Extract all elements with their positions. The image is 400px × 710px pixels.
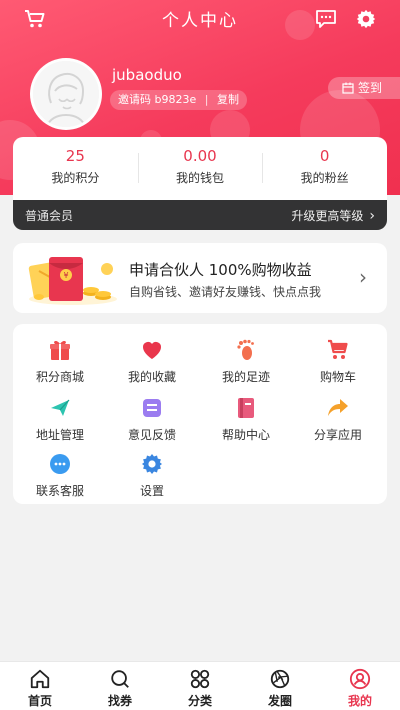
- tab-mine[interactable]: 我的: [320, 662, 400, 710]
- message-icon[interactable]: [315, 9, 337, 29]
- menu-label: 设置: [139, 484, 164, 498]
- divider: |: [204, 93, 209, 106]
- menu-label: 地址管理: [35, 428, 84, 442]
- menu-item-footprint[interactable]: 我的足迹: [201, 338, 291, 388]
- footprint-icon: [237, 339, 254, 360]
- upgrade-label: 升级更高等级: [291, 209, 364, 223]
- upgrade-link[interactable]: 升级更高等级 ›: [291, 207, 375, 224]
- heart-icon: [143, 342, 161, 359]
- menu-label: 积分商城: [35, 370, 84, 384]
- menu-item-share[interactable]: 分享应用: [293, 396, 383, 446]
- tab-coupons[interactable]: 找券: [80, 662, 160, 710]
- invite-label: 邀请码: [118, 93, 151, 106]
- aperture-icon: [270, 669, 290, 689]
- copy-button[interactable]: 复制: [217, 93, 239, 106]
- chevron-right-icon: ›: [369, 208, 375, 224]
- tab-category[interactable]: 分类: [160, 662, 240, 710]
- menu-label: 我的足迹: [221, 370, 270, 384]
- menu-label: 购物车: [319, 370, 356, 384]
- settings-icon[interactable]: [355, 8, 377, 30]
- menu-label: 意见反馈: [127, 428, 176, 442]
- tab-label: 首页: [27, 694, 52, 708]
- function-menu: 积分商城 我的收藏 我的足迹 购物车 地址管理 意见反馈 帮助中心 分享应用 联…: [13, 324, 387, 504]
- top-bar: 个人中心: [0, 0, 400, 38]
- menu-item-points-mall[interactable]: 积分商城: [15, 338, 105, 388]
- stat-fans[interactable]: 0 我的粉丝: [262, 137, 387, 200]
- chat-icon: [50, 454, 70, 474]
- home-icon: [30, 669, 50, 689]
- stat-value: 0: [319, 147, 330, 165]
- search-icon: [111, 670, 129, 688]
- signin-label: 签到: [358, 81, 383, 95]
- page-title: 个人中心: [162, 11, 238, 31]
- invite-code-pill: 邀请码 b9823e | 复制: [110, 90, 247, 110]
- cart-icon: [328, 339, 348, 359]
- bottom-tab-bar: 首页 找券 分类 发圈 我的: [0, 661, 400, 710]
- menu-item-address[interactable]: 地址管理: [15, 396, 105, 446]
- location-icon: [51, 399, 70, 416]
- share-icon: [328, 399, 348, 416]
- stat-points[interactable]: 25 我的积分: [13, 137, 138, 200]
- menu-label: 分享应用: [313, 428, 362, 442]
- calendar-icon: [342, 82, 354, 94]
- svg-text:¥: ¥: [63, 271, 68, 280]
- menu-item-settings[interactable]: 设置: [107, 452, 197, 502]
- member-bar: 普通会员 升级更高等级 ›: [13, 200, 387, 230]
- chevron-right-icon: ›: [359, 265, 367, 289]
- stat-wallet[interactable]: 0.00 我的钱包: [137, 137, 263, 200]
- red-envelope-icon: ¥: [28, 257, 117, 305]
- tab-home[interactable]: 首页: [0, 662, 80, 710]
- tab-label: 发圈: [267, 694, 292, 708]
- category-icon: [190, 669, 210, 689]
- menu-label: 联系客服: [35, 484, 84, 498]
- member-level: 普通会员: [25, 209, 74, 223]
- menu-item-favorites[interactable]: 我的收藏: [107, 338, 197, 388]
- stat-label: 我的粉丝: [300, 171, 349, 185]
- promo-title: 申请合伙人 100%购物收益: [129, 261, 312, 279]
- user-icon: [349, 668, 371, 690]
- menu-item-cart[interactable]: 购物车: [293, 338, 383, 388]
- signin-button[interactable]: 签到: [328, 77, 400, 99]
- gear-icon: [142, 454, 162, 474]
- partner-promo-card[interactable]: ¥ 申请合伙人 100%购物收益 自购省钱、邀请好友赚钱、快点点我 ›: [13, 243, 387, 313]
- stats-card: 25 我的积分 0.00 我的钱包 0 我的粉丝: [13, 137, 387, 200]
- feedback-icon: [143, 399, 161, 417]
- promo-subtitle: 自购省钱、邀请好友赚钱、快点点我: [129, 285, 322, 299]
- username: jubaoduo: [112, 66, 182, 84]
- menu-item-customer-service[interactable]: 联系客服: [15, 452, 105, 502]
- tab-label: 找券: [107, 694, 132, 708]
- menu-label: 帮助中心: [221, 428, 270, 442]
- menu-item-feedback[interactable]: 意见反馈: [107, 396, 197, 446]
- menu-label: 我的收藏: [127, 370, 176, 384]
- tab-label: 分类: [187, 694, 212, 708]
- gift-icon: [50, 340, 70, 360]
- avatar[interactable]: [30, 58, 102, 130]
- book-icon: [238, 398, 254, 418]
- stat-label: 我的积分: [51, 171, 100, 185]
- stat-label: 我的钱包: [176, 171, 225, 185]
- menu-item-help[interactable]: 帮助中心: [201, 396, 291, 446]
- stat-value: 0.00: [183, 147, 217, 165]
- tab-label: 我的: [347, 694, 372, 708]
- tab-moments[interactable]: 发圈: [240, 662, 320, 710]
- invite-code: b9823e: [154, 93, 197, 106]
- stat-value: 25: [65, 147, 85, 165]
